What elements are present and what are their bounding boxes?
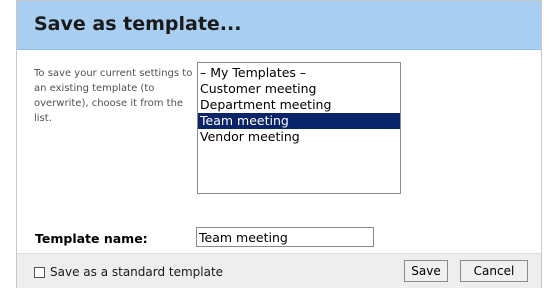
standard-template-checkbox[interactable]: Save as a standard template bbox=[34, 265, 223, 279]
save-as-template-dialog: Save as template... To save your current… bbox=[16, 0, 542, 288]
template-option-department-meeting[interactable]: Department meeting bbox=[198, 97, 400, 113]
cancel-button[interactable]: Cancel bbox=[460, 260, 528, 282]
template-option-team-meeting[interactable]: Team meeting bbox=[198, 113, 400, 129]
help-text: To save your current settings to an exis… bbox=[34, 68, 193, 124]
dialog-titlebar: Save as template... bbox=[17, 1, 541, 50]
checkbox-box[interactable] bbox=[34, 266, 45, 278]
dialog-title: Save as template... bbox=[34, 13, 242, 35]
template-option-header[interactable]: – My Templates – bbox=[198, 65, 400, 81]
template-option-vendor-meeting[interactable]: Vendor meeting bbox=[198, 129, 400, 145]
dialog-footer: Save as a standard template Save Cancel bbox=[17, 253, 541, 288]
template-name-input[interactable] bbox=[196, 227, 374, 247]
standard-template-label: Save as a standard template bbox=[50, 265, 224, 279]
save-button[interactable]: Save bbox=[404, 260, 448, 282]
templates-listbox[interactable]: – My Templates – Customer meeting Depart… bbox=[197, 62, 401, 194]
template-option-customer-meeting[interactable]: Customer meeting bbox=[198, 81, 400, 97]
template-name-label: Template name: bbox=[35, 231, 148, 246]
